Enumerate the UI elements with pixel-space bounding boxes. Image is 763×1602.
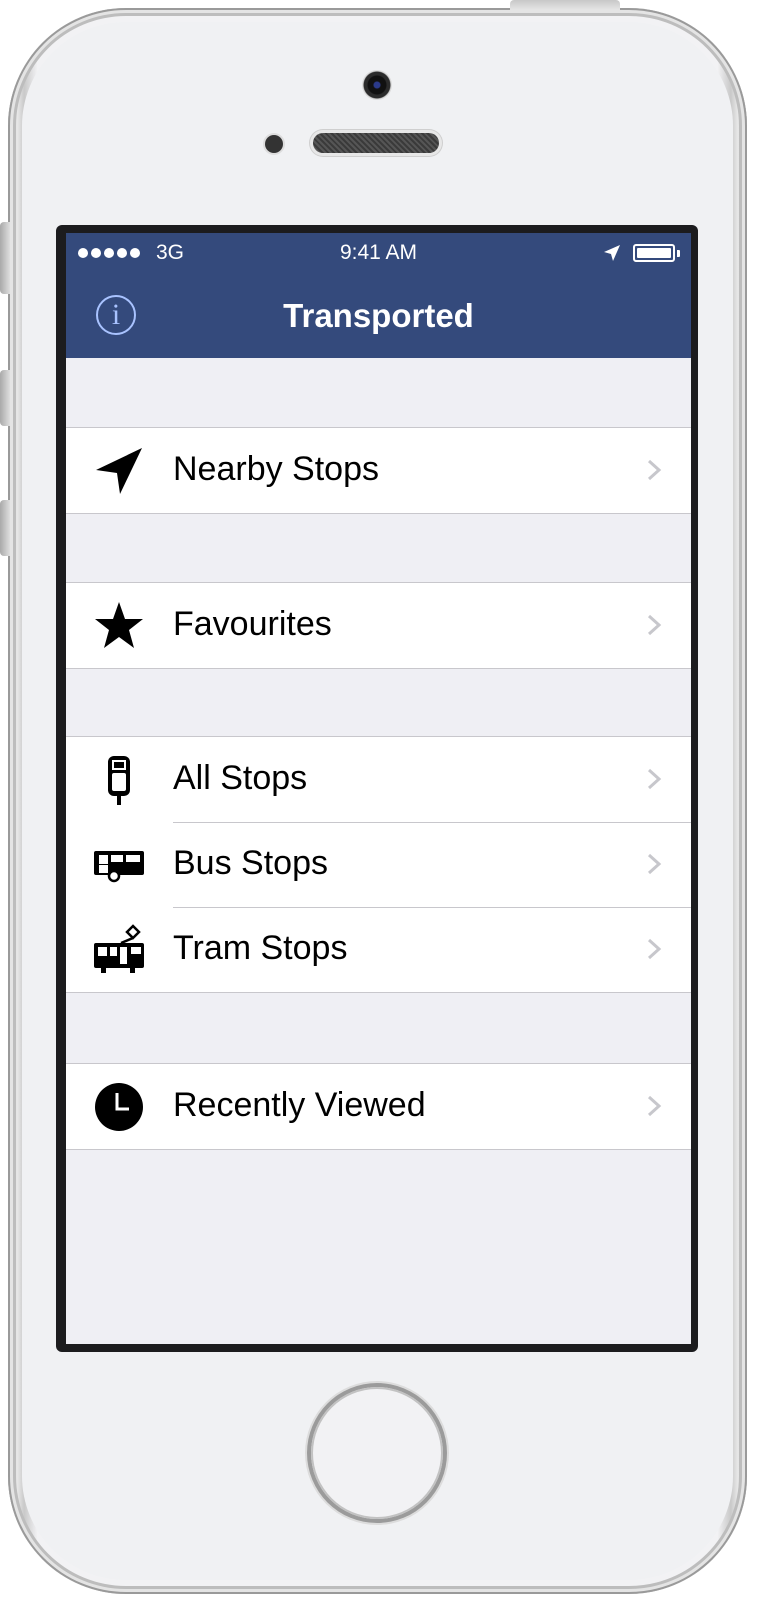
chevron-right-icon [647,614,662,636]
row-label: Favourites [173,605,332,643]
home-button[interactable] [311,1387,443,1519]
list-item-favourites[interactable]: Favourites [66,583,691,668]
tram-icon [94,924,144,973]
page-title: Transported [283,297,474,334]
proximity-sensor [265,135,283,153]
section-stop-types: All Stops Bus Stops Tram Stops [66,736,691,993]
list-item-bus-stops[interactable]: Bus Stops [66,822,691,907]
list-item-all-stops[interactable]: All Stops [66,737,691,822]
list-item-nearby-stops[interactable]: Nearby Stops [66,428,691,513]
chevron-right-icon [647,459,662,481]
row-label: Nearby Stops [173,450,379,488]
star-icon [95,602,143,648]
volume-up-button [0,370,10,426]
row-label: All Stops [173,759,308,797]
section-recent: Recently Viewed [66,1063,691,1150]
section-nearby: Nearby Stops [66,427,691,514]
battery-nub [677,250,680,257]
stop-sign-icon [108,756,130,805]
chevron-right-icon [647,853,662,875]
section-favourites: Favourites [66,582,691,669]
bus-icon [94,851,144,883]
clock: 9:41 AM [339,241,418,264]
clock-icon [95,1083,143,1131]
location-arrow-icon [96,448,142,494]
list-item-recently-viewed[interactable]: Recently Viewed [66,1064,691,1149]
app-screen: 3G 9:41 AM i Transported Nearby Stops Fa… [66,233,691,1344]
chevron-right-icon [647,1095,662,1117]
location-services-icon [604,245,620,261]
status-bar: 3G 9:41 AM [66,233,691,273]
mute-switch [0,222,10,294]
volume-down-button [0,500,10,556]
row-label: Tram Stops [173,929,348,967]
row-label: Recently Viewed [173,1086,426,1124]
list-item-tram-stops[interactable]: Tram Stops [66,907,691,992]
chevron-right-icon [647,768,662,790]
earpiece-speaker [313,133,439,153]
row-label: Bus Stops [173,844,328,882]
navigation-bar: i Transported [66,273,691,358]
front-camera [362,70,392,100]
chevron-right-icon [647,938,662,960]
power-button [510,0,620,10]
battery-icon [633,244,675,262]
